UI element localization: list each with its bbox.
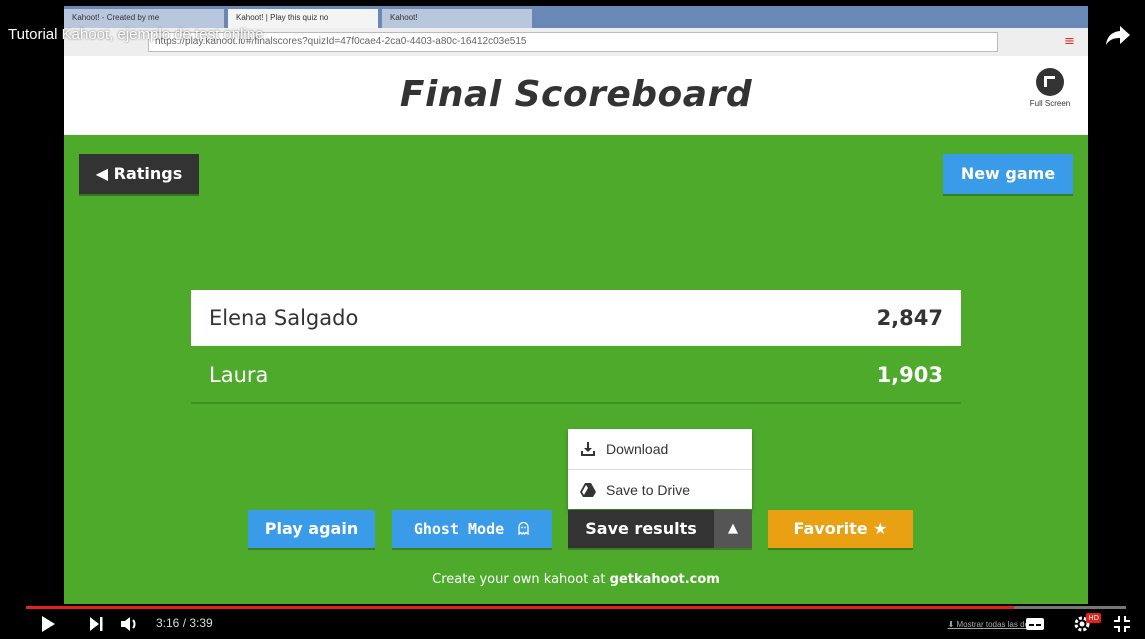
fullscreen-icon: [1036, 68, 1064, 96]
player-name: Elena Salgado: [209, 306, 359, 330]
play-again-button[interactable]: Play again: [248, 510, 375, 548]
save-results-menu: Download Save to Drive: [568, 429, 752, 509]
player-score: 2,847: [876, 306, 943, 330]
drive-icon: [580, 482, 596, 497]
score-row: Elena Salgado 2,847: [191, 290, 961, 346]
ghost-icon: [518, 521, 529, 536]
address-bar[interactable]: https://play.kahoot.it/#/finalscores?qui…: [148, 32, 998, 52]
hd-badge: HD: [1086, 613, 1101, 623]
ratings-button[interactable]: ◀ Ratings: [79, 154, 199, 194]
download-icon: [581, 442, 595, 456]
show-all-downloads-link[interactable]: ⬇ Mostrar todas las des: [948, 620, 1033, 629]
save-to-drive-menu-item[interactable]: Save to Drive: [568, 469, 752, 509]
page-title: Final Scoreboard: [399, 74, 753, 115]
footer-text: Create your own kahoot at: [432, 572, 610, 587]
favorite-button[interactable]: Favorite ★: [768, 510, 913, 548]
volume-icon[interactable]: [120, 615, 142, 633]
browser-tab-strip: Kahoot! - Created by me Kahoot! | Play t…: [64, 6, 1088, 28]
ghost-mode-label: Ghost Mode: [413, 520, 505, 538]
scoreboard-header: Final Scoreboard Full Screen: [64, 56, 1088, 135]
fullscreen-label: Full Screen: [1029, 99, 1071, 108]
play-icon[interactable]: [40, 615, 56, 633]
kahoot-page: Final Scoreboard Full Screen ◀ Ratings N…: [64, 56, 1088, 604]
score-row: Laura 1,903: [191, 348, 961, 404]
player-name: Laura: [209, 363, 269, 387]
show-all-downloads-label: Mostrar todas las des: [956, 620, 1033, 629]
save-results-dropdown-toggle[interactable]: ▲: [714, 510, 752, 548]
video-title[interactable]: Tutorial Kahoot, ejemplo de test online: [8, 26, 263, 43]
ghost-mode-button[interactable]: Ghost Mode: [392, 510, 552, 548]
exit-fullscreen-icon[interactable]: [1113, 615, 1131, 633]
subtitles-icon[interactable]: [1025, 615, 1045, 633]
next-icon[interactable]: [88, 615, 104, 633]
getkahoot-link[interactable]: getkahoot.com: [610, 572, 720, 587]
new-game-button[interactable]: New game: [943, 154, 1073, 194]
player-controls: 3:16 / 3:39 ⬇ Mostrar todas las des HD: [0, 609, 1145, 639]
player-score: 1,903: [876, 363, 943, 387]
settings-button[interactable]: HD: [1073, 613, 1101, 633]
share-icon[interactable]: [1105, 24, 1131, 46]
drive-label: Save to Drive: [606, 481, 691, 498]
browser-menu-icon[interactable]: ≡: [1064, 34, 1078, 49]
download-label: Download: [606, 441, 669, 457]
create-kahoot-footer: Create your own kahoot at getkahoot.com: [64, 572, 1088, 587]
browser-tab[interactable]: Kahoot!: [382, 9, 532, 28]
save-results-button[interactable]: Save results: [568, 510, 714, 548]
video-player[interactable]: Kahoot! - Created by me Kahoot! | Play t…: [0, 0, 1145, 639]
fullscreen-button[interactable]: Full Screen: [1020, 68, 1080, 108]
download-menu-item[interactable]: Download: [568, 429, 752, 469]
video-time: 3:16 / 3:39: [156, 616, 213, 630]
